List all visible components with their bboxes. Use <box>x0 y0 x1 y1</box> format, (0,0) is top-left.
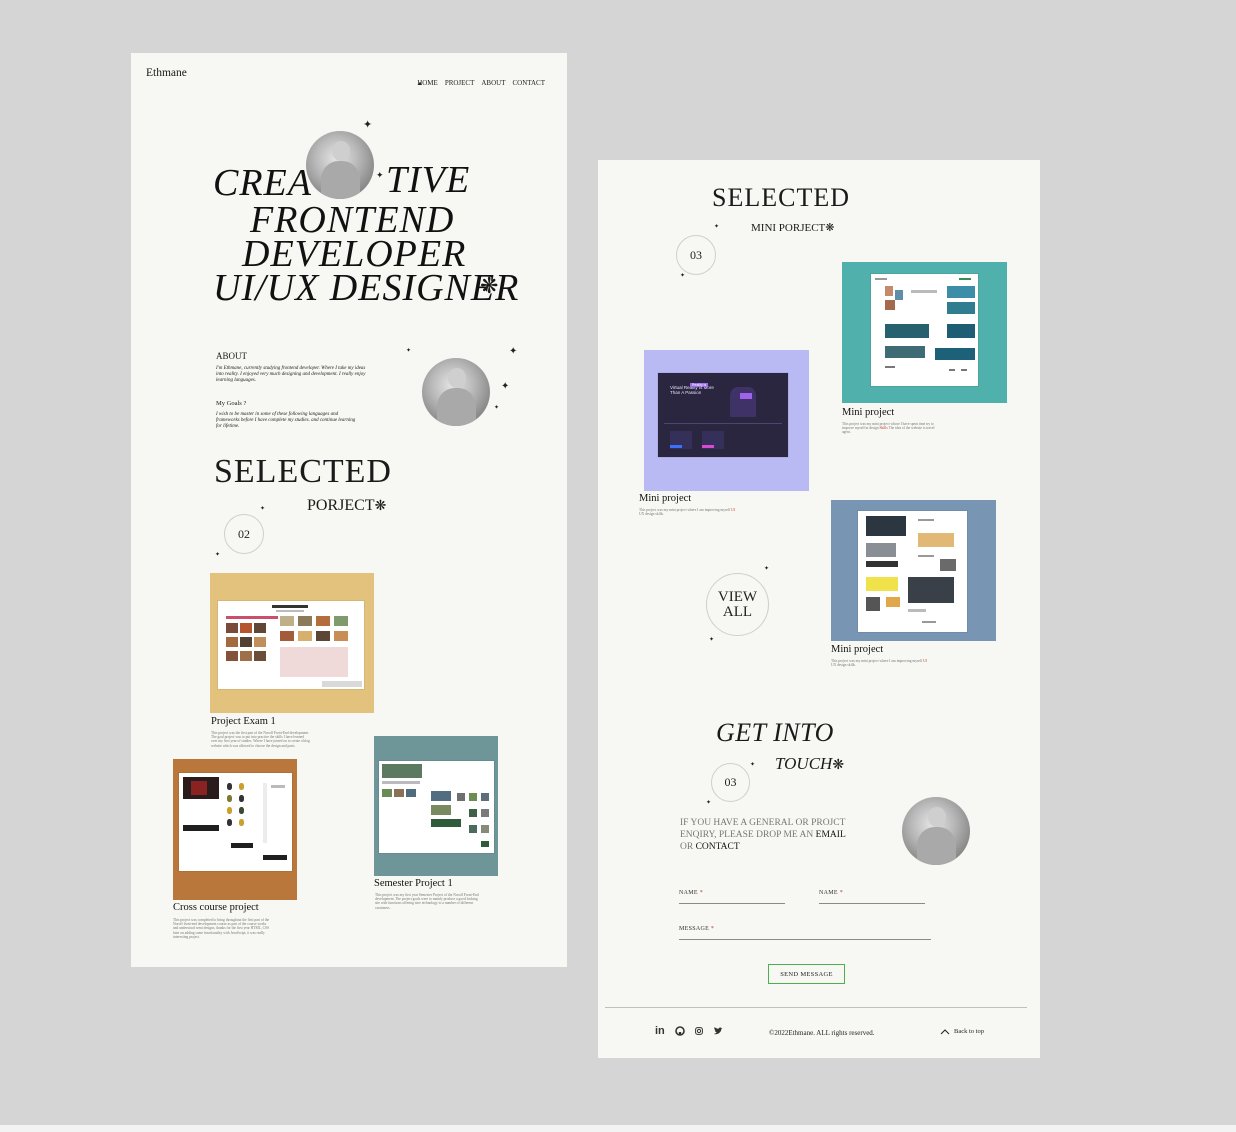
portfolio-page-projects-contact: SELECTED MINI PORJECT❋ ✦ 03 ✦ Mini proje… <box>598 160 1040 1058</box>
back-to-top-label: Back to top <box>954 1028 984 1035</box>
view-all-button[interactable]: VIEW ALL <box>706 573 769 636</box>
selected-subtitle: MINI PORJECT❋ <box>751 222 835 234</box>
sparkle-icon: ✦ <box>714 223 720 230</box>
project-description: This project was my first year Semester … <box>375 893 479 910</box>
project-description: This project was the first part of the N… <box>211 731 310 748</box>
project-title[interactable]: Cross course project <box>173 902 259 913</box>
mini-project-title[interactable]: Mini project <box>842 407 894 418</box>
goals-text: I wish to be master in some of these fol… <box>216 412 356 429</box>
name-input-2[interactable] <box>819 903 925 904</box>
selected-title: SELECTED <box>712 183 850 212</box>
sparkle-icon: ✦ <box>709 636 715 643</box>
project-card-exam[interactable] <box>210 573 374 713</box>
about-statue-avatar <box>422 358 490 426</box>
sparkle-icon: ✦ <box>406 347 412 354</box>
project-screenshot <box>871 274 978 386</box>
project-screenshot <box>179 773 292 871</box>
goals-title: My Goals ? <box>216 400 247 407</box>
contact-title-2: TOUCH❋ <box>775 754 845 773</box>
contact-title-1: GET INTO <box>716 718 834 747</box>
asterisk-icon: ❋ <box>832 758 845 773</box>
message-field-label: MESSAGE * <box>679 926 715 932</box>
sparkle-icon: ✦ <box>706 799 712 806</box>
sparkle-icon: ✦ <box>501 381 510 392</box>
view-all-label-1: VIEW <box>717 588 758 605</box>
project-card-cross-course[interactable] <box>173 759 297 900</box>
hero-line-4: UI/UX DESIGNER <box>213 267 520 309</box>
mini-project-card-vr[interactable]: Virtual Reality Is More Than A Passion R… <box>644 350 809 491</box>
sparkle-icon: ✦ <box>215 551 221 558</box>
section-number-badge: 03 <box>676 235 716 275</box>
main-nav: HOME PROJECT ABOUT CONTACT <box>410 70 545 89</box>
mini-project-description: This project was my mini project where I… <box>831 659 927 668</box>
section-number-badge: 03 <box>711 763 750 802</box>
sparkle-icon: ✦ <box>764 565 770 572</box>
asterisk-icon: ❋ <box>480 274 499 299</box>
project-screenshot: Virtual Reality Is More Than A Passion R… <box>658 373 788 457</box>
mini-project-card-travel[interactable] <box>842 262 1007 403</box>
about-title: ABOUT <box>216 351 247 361</box>
name-input[interactable] <box>679 903 785 904</box>
statue-avatar <box>306 131 374 199</box>
sparkle-icon: ✦ <box>260 505 266 512</box>
project-title[interactable]: Semester Project 1 <box>374 878 453 889</box>
twitter-icon[interactable] <box>713 1026 723 1036</box>
contact-text: IF YOU HAVE A GENERAL OR PROJCT ENQIRY, … <box>680 818 846 852</box>
contact-statue-avatar <box>902 797 970 865</box>
section-number-badge: 02 <box>224 514 264 554</box>
back-to-top-link[interactable]: Back to top <box>940 1028 984 1035</box>
social-links: in <box>655 1025 723 1037</box>
nav-contact[interactable]: CONTACT <box>513 79 546 87</box>
name-field-label-2: NAME * <box>819 890 843 896</box>
email-link[interactable]: EMAIL <box>816 830 846 840</box>
nav-project[interactable]: PROJECT <box>445 79 475 87</box>
nav-active-indicator <box>418 82 422 85</box>
footer-divider <box>605 1007 1027 1008</box>
sparkle-icon: ✦ <box>750 761 756 768</box>
hero-line-3: DEVELOPER <box>242 233 467 275</box>
mini-project-card-cars[interactable] <box>831 500 996 641</box>
name-field-label: NAME * <box>679 890 703 896</box>
project-screenshot <box>379 761 494 853</box>
selected-subtitle: PORJECT❋ <box>307 497 387 514</box>
hero-line-1b: TIVE <box>386 159 471 201</box>
asterisk-icon: ❋ <box>374 499 387 514</box>
chevron-up-icon <box>940 1028 950 1034</box>
nav-about[interactable]: ABOUT <box>481 79 505 87</box>
sparkle-icon: ✦ <box>376 171 384 181</box>
github-icon[interactable] <box>674 1026 685 1036</box>
sparkle-icon: ✦ <box>494 404 500 411</box>
asterisk-icon: ❋ <box>825 222 835 234</box>
portfolio-page-home: Ethmane HOME PROJECT ABOUT CONTACT ✦ CREA ✦… <box>131 53 567 967</box>
project-description: This project was completed to bring thro… <box>173 918 270 939</box>
mini-project-title[interactable]: Mini project <box>639 493 691 504</box>
bottom-strip <box>0 1125 1236 1132</box>
vr-badge: Reality is <box>690 383 709 387</box>
selected-title: SELECTED <box>214 453 392 490</box>
sparkle-icon: ✦ <box>509 346 518 357</box>
project-title[interactable]: Project Exam 1 <box>211 716 276 727</box>
contact-link[interactable]: CONTACT <box>696 842 740 852</box>
mini-project-description: This project was my mini project where I… <box>639 508 735 517</box>
sparkle-icon: ✦ <box>680 272 686 279</box>
mini-project-description: This project was my mini project whose I… <box>842 422 935 435</box>
project-card-semester[interactable] <box>374 736 498 876</box>
linkedin-icon[interactable]: in <box>655 1025 665 1037</box>
view-all-label-2: ALL <box>722 603 753 620</box>
project-screenshot <box>858 511 967 632</box>
copyright-text: ©2022Ethmane. ALL rights reserved. <box>769 1029 875 1037</box>
instagram-icon[interactable] <box>694 1027 703 1035</box>
send-message-button[interactable]: SEND MESSAGE <box>768 964 845 984</box>
message-input[interactable] <box>679 939 931 940</box>
hero-line-2: FRONTEND <box>250 199 455 241</box>
brand-logo[interactable]: Ethmane <box>146 67 187 79</box>
sparkle-icon: ✦ <box>363 118 373 131</box>
about-text: I'm Ethmane, currently studying frontend… <box>216 366 366 383</box>
mini-project-title[interactable]: Mini project <box>831 644 883 655</box>
hero-line-1a: CREA <box>213 162 312 204</box>
project-screenshot <box>218 601 364 689</box>
